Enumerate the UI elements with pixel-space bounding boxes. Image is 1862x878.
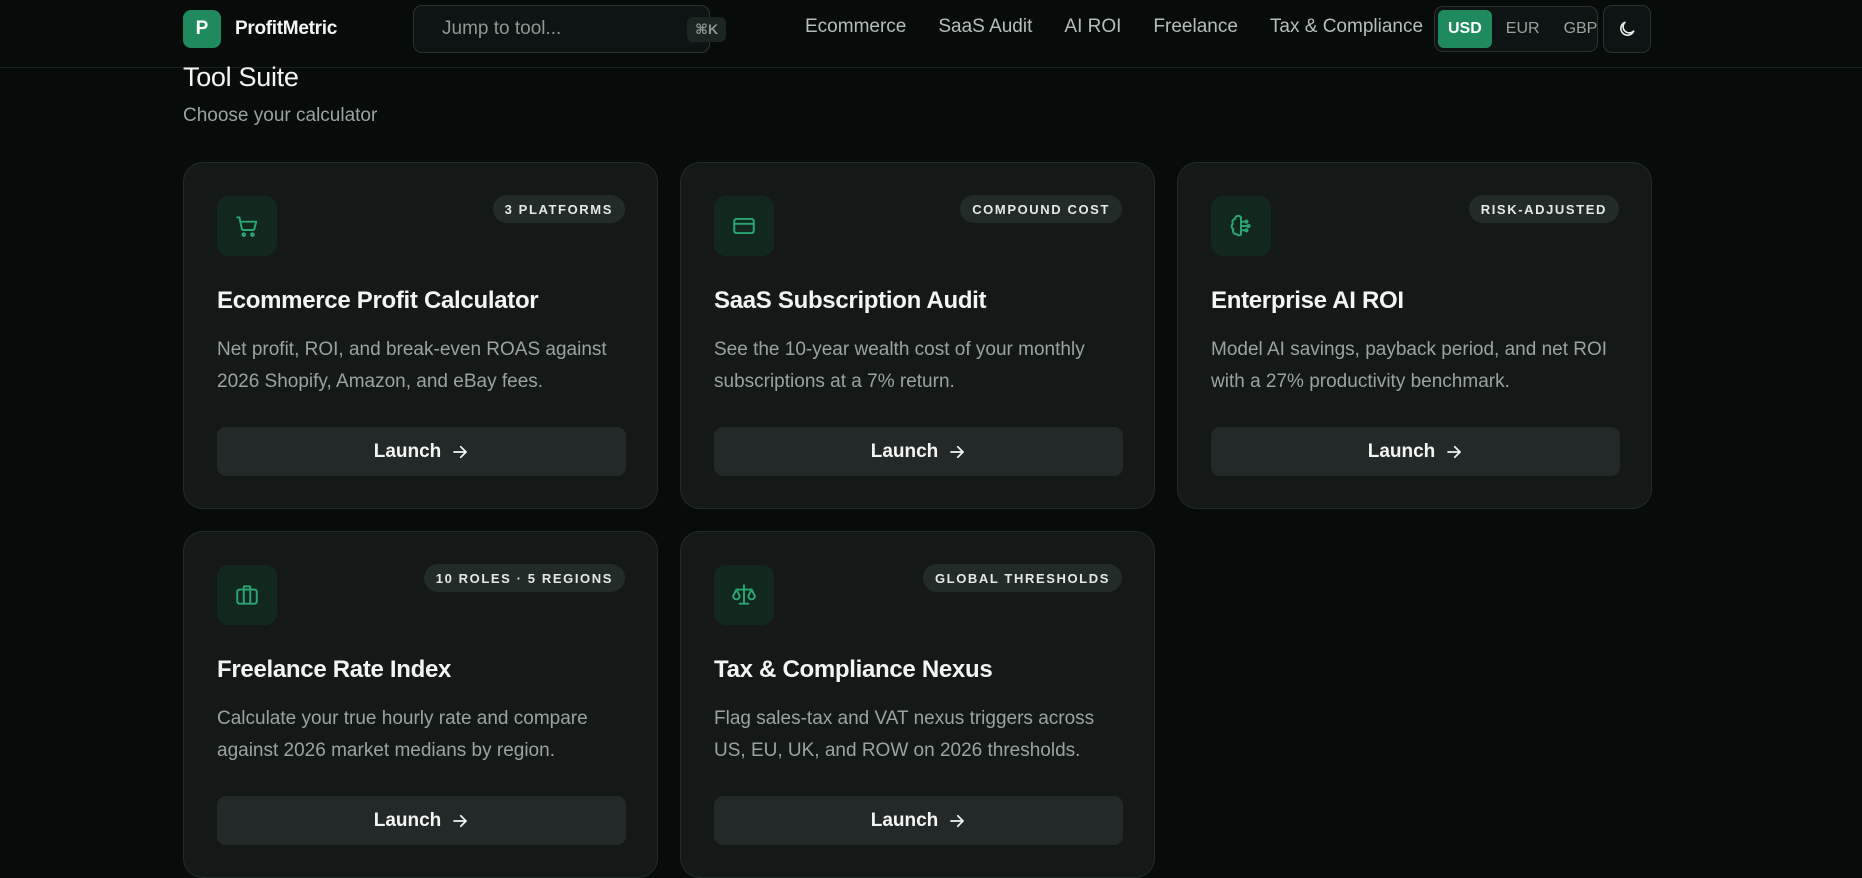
search-bar[interactable]: ⌘K [413,5,727,53]
arrow-right-icon [453,814,468,827]
nav-link-ecommerce[interactable]: Ecommerce [805,16,906,38]
card-description: Flag sales-tax and VAT nexus triggers ac… [714,708,1095,761]
cart-icon [236,216,258,237]
currency-usd-button[interactable]: USD [1438,10,1492,48]
arrow-right-icon [453,445,468,458]
card-icon-container [217,196,277,256]
card-badge: RISK-ADJUSTED [1468,195,1619,223]
brain-icon [1230,214,1251,237]
arrow-right-icon [1447,445,1462,458]
credit-card-icon [733,217,755,235]
currency-gbp-button[interactable]: GBP [1554,10,1608,48]
launch-label: Launch [870,809,939,831]
card-badge: GLOBAL THRESHOLDS [922,564,1122,592]
card-description: Calculate your true hourly rate and comp… [217,708,588,761]
launch-button[interactable]: Launch [1211,427,1620,476]
tool-card-tax-compliance: GLOBAL THRESHOLDS Tax & Compliance Nexus… [680,531,1155,878]
nav-link-tax-compliance[interactable]: Tax & Compliance [1270,16,1423,38]
launch-label: Launch [373,809,442,831]
launch-button[interactable]: Launch [217,427,626,476]
theme-toggle-button[interactable] [1603,5,1651,53]
brand-name: ProfitMetric [235,18,337,39]
card-title: Freelance Rate Index [217,656,452,683]
card-icon-container [714,565,774,625]
main-nav: Ecommerce SaaS Audit AI ROI Freelance Ta… [805,16,1423,38]
arrow-right-icon [950,445,965,458]
top-navigation-bar: P ProfitMetric ⌘K Ecommerce SaaS Audit A… [0,0,1862,68]
launch-button[interactable]: Launch [217,796,626,845]
card-icon-container [1211,196,1271,256]
card-description: See the 10-year wealth cost of your mont… [714,339,1085,392]
nav-link-saas-audit[interactable]: SaaS Audit [938,16,1032,38]
nav-link-ai-roi[interactable]: AI ROI [1064,16,1121,38]
arrow-right-icon [950,814,965,827]
scale-icon [732,584,756,605]
currency-switcher: USD EUR GBP [1434,6,1598,52]
search-shortcut-badge: ⌘K [687,16,727,42]
launch-label: Launch [1367,440,1436,462]
card-title: Enterprise AI ROI [1211,287,1404,314]
card-description: Model AI savings, payback period, and ne… [1211,339,1608,392]
card-title: Tax & Compliance Nexus [714,656,993,683]
card-icon-container [217,565,277,625]
moon-icon [1620,21,1635,36]
tool-card-ecommerce: 3 PLATFORMS Ecommerce Profit Calculator … [183,162,658,509]
tool-card-freelance: 10 ROLES · 5 REGIONS Freelance Rate Inde… [183,531,658,878]
tool-card-ai-roi: RISK-ADJUSTED Enterprise AI ROI Model AI… [1177,162,1652,509]
launch-button[interactable]: Launch [714,796,1123,845]
card-title: Ecommerce Profit Calculator [217,287,539,314]
card-description: Net profit, ROI, and break-even ROAS aga… [217,339,607,392]
nav-link-freelance[interactable]: Freelance [1153,16,1238,38]
launch-label: Launch [373,440,442,462]
brand-logo[interactable]: P ProfitMetric [183,10,337,48]
launch-label: Launch [870,440,939,462]
briefcase-icon [236,585,258,605]
card-badge: COMPOUND COST [960,195,1122,223]
tool-card-saas-audit: COMPOUND COST SaaS Subscription Audit Se… [680,162,1155,509]
card-badge: 10 ROLES · 5 REGIONS [423,564,625,592]
card-title: SaaS Subscription Audit [714,287,987,314]
page-title: Tool Suite [183,62,299,92]
logo-mark: P [183,10,221,48]
card-icon-container [714,196,774,256]
search-input[interactable] [442,18,687,40]
page-subtitle: Choose your calculator [183,105,378,126]
launch-button[interactable]: Launch [714,427,1123,476]
currency-eur-button[interactable]: EUR [1496,10,1550,48]
card-badge: 3 PLATFORMS [492,195,625,223]
